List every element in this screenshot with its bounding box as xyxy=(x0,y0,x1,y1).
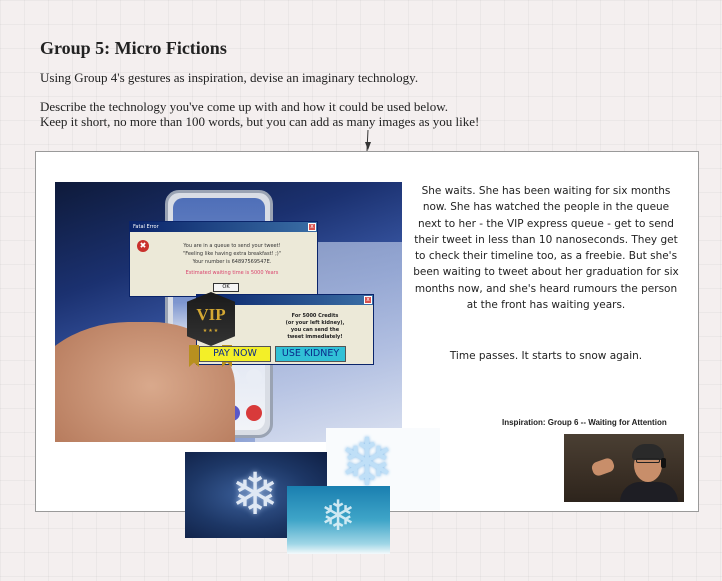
video-still xyxy=(564,434,684,502)
dialog-title: Fatal Error xyxy=(133,224,159,230)
vip-send-text: you can send the xyxy=(290,327,340,333)
fatal-error-dialog: Fatal Error x ✖ You are in a queue to se… xyxy=(129,221,318,297)
pay-now-button[interactable]: PAY NOW xyxy=(199,346,271,362)
error-icon: ✖ xyxy=(137,240,149,252)
person-body xyxy=(620,482,678,502)
story-paragraph-2: Time passes. It starts to snow again. xyxy=(449,350,643,362)
queue-message: You are in a queue to send your tweet! xyxy=(183,243,281,249)
intro-line-1: Using Group 4's gestures as inspiration,… xyxy=(40,70,419,85)
dialog-titlebar: Fatal Error x xyxy=(130,222,317,232)
intro-line-2: Describe the technology you've come up w… xyxy=(40,99,449,114)
vip-credits-text: For 5000 Credits xyxy=(291,313,339,319)
snowflake-icon: ❄ xyxy=(320,491,356,540)
group-heading: Group 5: Micro Fictions xyxy=(40,38,227,58)
ok-button[interactable]: OK xyxy=(213,283,239,292)
snowflake-image-teal: ❄ xyxy=(287,486,390,554)
dialog-close-button[interactable]: x xyxy=(308,223,316,231)
vip-immediately-text: tweet immediately! xyxy=(287,334,343,340)
person-glasses xyxy=(636,458,660,463)
vip-close-button[interactable]: x xyxy=(364,296,372,304)
snowflake-icon: ❄ xyxy=(230,460,280,528)
waiting-time: Estimated waiting time is 5000 Years xyxy=(185,270,279,276)
story-paragraph-1: She waits. She has been waiting for six … xyxy=(413,185,679,312)
queue-number: Your number is 64897569547E. xyxy=(192,259,272,265)
tweet-text: "Feeling like having extra breakfast! ;)… xyxy=(182,251,282,257)
use-kidney-button[interactable]: USE KIDNEY xyxy=(275,346,346,362)
inspiration-caption: Inspiration: Group 6 -- Waiting for Atte… xyxy=(502,418,667,427)
vip-kidney-text: (or your left kidney), xyxy=(285,320,345,326)
intro-line-3: Keep it short, no more than 100 words, b… xyxy=(40,114,480,129)
vip-badge-text: VIP xyxy=(196,305,226,324)
headset-icon xyxy=(661,458,666,468)
app-icon-4 xyxy=(246,369,262,385)
app-icon-camera xyxy=(246,405,262,421)
vip-stars: ★★★ xyxy=(202,328,220,334)
